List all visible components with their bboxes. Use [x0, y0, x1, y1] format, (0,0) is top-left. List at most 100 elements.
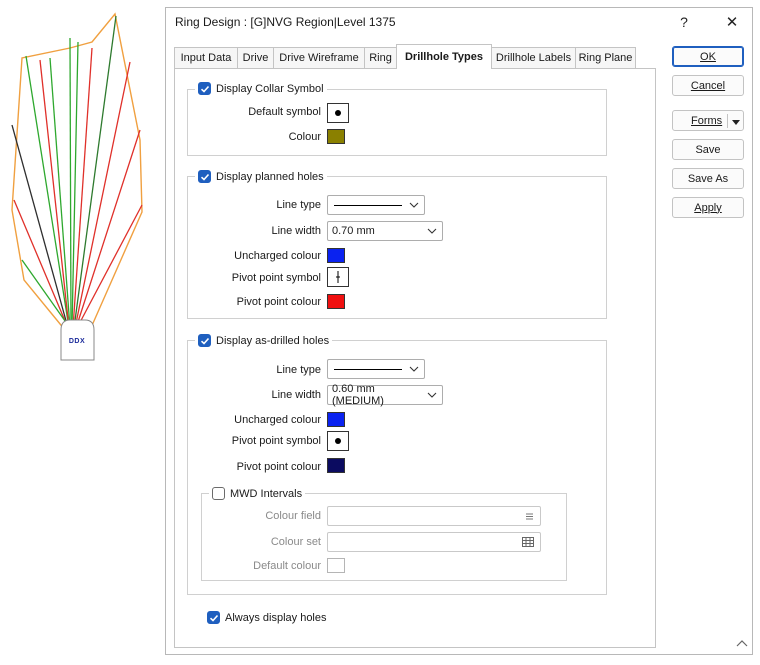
checkbox-checked-icon[interactable] [198, 170, 211, 183]
chevron-down-icon [408, 363, 420, 375]
planned-pivot-colour-swatch[interactable] [327, 294, 345, 309]
forms-button-label: Forms [691, 114, 723, 127]
checkbox-checked-icon[interactable] [198, 82, 211, 95]
caret-down-icon[interactable] [732, 117, 740, 129]
default-colour-swatch[interactable] [327, 558, 345, 573]
chevron-down-icon [408, 199, 420, 211]
collapse-chevron-icon[interactable] [736, 638, 748, 648]
collar-symbol-checkbox[interactable]: Display Collar Symbol [195, 82, 327, 95]
ring-design-dialog: Ring Design : [G]NVG Region|Level 1375 ?… [165, 7, 753, 655]
hole-line [73, 15, 117, 329]
asdrilled-pivot-symbol-label: Pivot point symbol [231, 435, 321, 447]
asdrilled-line-width-value: 0.60 mm (MEDIUM) [332, 383, 384, 407]
hole-line [11, 124, 69, 329]
asdrilled-pivot-colour-label: Pivot point colour [236, 461, 321, 473]
mwd-intervals-checkbox-label: MWD Intervals [230, 487, 303, 500]
asdrilled-line-type-select[interactable] [327, 359, 425, 379]
planned-line-width-value: 0.70 mm [332, 225, 375, 237]
default-symbol-picker[interactable] [327, 103, 349, 123]
save-button[interactable]: Save [672, 139, 744, 160]
tab-drive[interactable]: Drive [237, 47, 274, 68]
checkbox-checked-icon[interactable] [198, 334, 211, 347]
cancel-button-label: Cancel [690, 79, 726, 92]
tab-drive-wireframe[interactable]: Drive Wireframe [273, 47, 365, 68]
list-icon [526, 513, 533, 520]
colour-field-label: Colour field [265, 510, 321, 522]
hole-line [75, 129, 141, 329]
planned-uncharged-colour-label: Uncharged colour [234, 250, 321, 262]
dot-symbol-icon [335, 110, 341, 116]
solid-line-icon [334, 368, 402, 370]
planned-uncharged-colour-swatch[interactable] [327, 248, 345, 263]
apply-button[interactable]: Apply [672, 197, 744, 218]
tab-input-data[interactable]: Input Data [174, 47, 238, 68]
save-button-label: Save [695, 143, 721, 156]
collar-symbol-label: DDX [68, 338, 86, 345]
planned-line-type-label: Line type [276, 199, 321, 211]
collar-symbol-group [187, 89, 607, 156]
hole-line [74, 61, 131, 329]
asdrilled-line-width-label: Line width [271, 389, 321, 401]
asdrilled-pivot-colour-swatch[interactable] [327, 458, 345, 473]
colour-set-label: Colour set [270, 536, 321, 548]
as-drilled-holes-checkbox[interactable]: Display as-drilled holes [195, 334, 333, 347]
dialog-title: Ring Design : [G]NVG Region|Level 1375 [175, 15, 396, 29]
tab-drillhole-types[interactable]: Drillhole Types [396, 44, 492, 69]
hole-line [39, 59, 70, 329]
save-as-button[interactable]: Save As [672, 168, 744, 189]
planned-pivot-symbol-picker[interactable] [327, 267, 349, 287]
hole-line [49, 57, 71, 329]
cancel-button[interactable]: Cancel [672, 75, 744, 96]
asdrilled-line-type-label: Line type [276, 364, 321, 376]
hole-line [69, 37, 72, 329]
hole-line [25, 55, 70, 329]
colour-field-input[interactable] [327, 506, 541, 526]
checkbox-unchecked-icon[interactable] [212, 487, 225, 500]
ring-preview-canvas [11, 12, 143, 361]
default-symbol-label: Default symbol [248, 106, 321, 118]
forms-button[interactable]: Forms [672, 110, 744, 131]
collar-symbol-checkbox-label: Display Collar Symbol [216, 82, 324, 95]
tab-ring[interactable]: Ring [364, 47, 397, 68]
ring-preview[interactable]: DDX [0, 0, 165, 662]
checkbox-checked-icon[interactable] [207, 611, 220, 624]
drillhole-types-panel: Display Collar Symbol Default symbol Col… [174, 68, 656, 648]
hole-line [13, 199, 69, 329]
pivot-cross-icon [336, 271, 340, 283]
forms-dropdown-divider [727, 114, 728, 128]
tab-drillhole-labels[interactable]: Drillhole Labels [491, 47, 576, 68]
chevron-down-icon [426, 389, 438, 401]
grid-icon [522, 537, 534, 547]
always-display-holes-label: Always display holes [225, 611, 327, 624]
ok-button-label: OK [700, 50, 716, 63]
asdrilled-line-width-select[interactable]: 0.60 mm (MEDIUM) [327, 383, 443, 407]
asdrilled-pivot-symbol-picker[interactable] [327, 431, 349, 451]
collar-colour-swatch[interactable] [327, 129, 345, 144]
hole-line [71, 41, 79, 329]
asdrilled-uncharged-colour-swatch[interactable] [327, 412, 345, 427]
planned-line-width-select[interactable]: 0.70 mm [327, 221, 443, 241]
asdrilled-uncharged-colour-label: Uncharged colour [234, 414, 321, 426]
planned-pivot-colour-label: Pivot point colour [236, 296, 321, 308]
as-drilled-holes-checkbox-label: Display as-drilled holes [216, 334, 330, 347]
colour-set-input[interactable] [327, 532, 541, 552]
help-button[interactable]: ? [664, 8, 704, 36]
planned-line-type-select[interactable] [327, 195, 425, 215]
collar-colour-label: Colour [288, 131, 321, 143]
chevron-down-icon [426, 225, 438, 237]
ok-button[interactable]: OK [672, 46, 744, 67]
apply-button-label: Apply [694, 201, 722, 214]
dot-symbol-icon [335, 438, 341, 444]
always-display-holes-checkbox[interactable]: Always display holes [207, 611, 327, 624]
close-button[interactable]: ✕ [712, 8, 752, 36]
planned-holes-checkbox[interactable]: Display planned holes [195, 170, 327, 183]
tab-ring-plane[interactable]: Ring Plane [575, 47, 636, 68]
planned-holes-checkbox-label: Display planned holes [216, 170, 324, 183]
save-as-button-label: Save As [687, 172, 729, 185]
planned-pivot-symbol-label: Pivot point symbol [231, 272, 321, 284]
mwd-intervals-checkbox[interactable]: MWD Intervals [209, 487, 306, 500]
title-bar[interactable]: Ring Design : [G]NVG Region|Level 1375 ?… [166, 8, 752, 36]
default-colour-label: Default colour [253, 560, 321, 572]
planned-line-width-label: Line width [271, 225, 321, 237]
solid-line-icon [334, 204, 402, 206]
